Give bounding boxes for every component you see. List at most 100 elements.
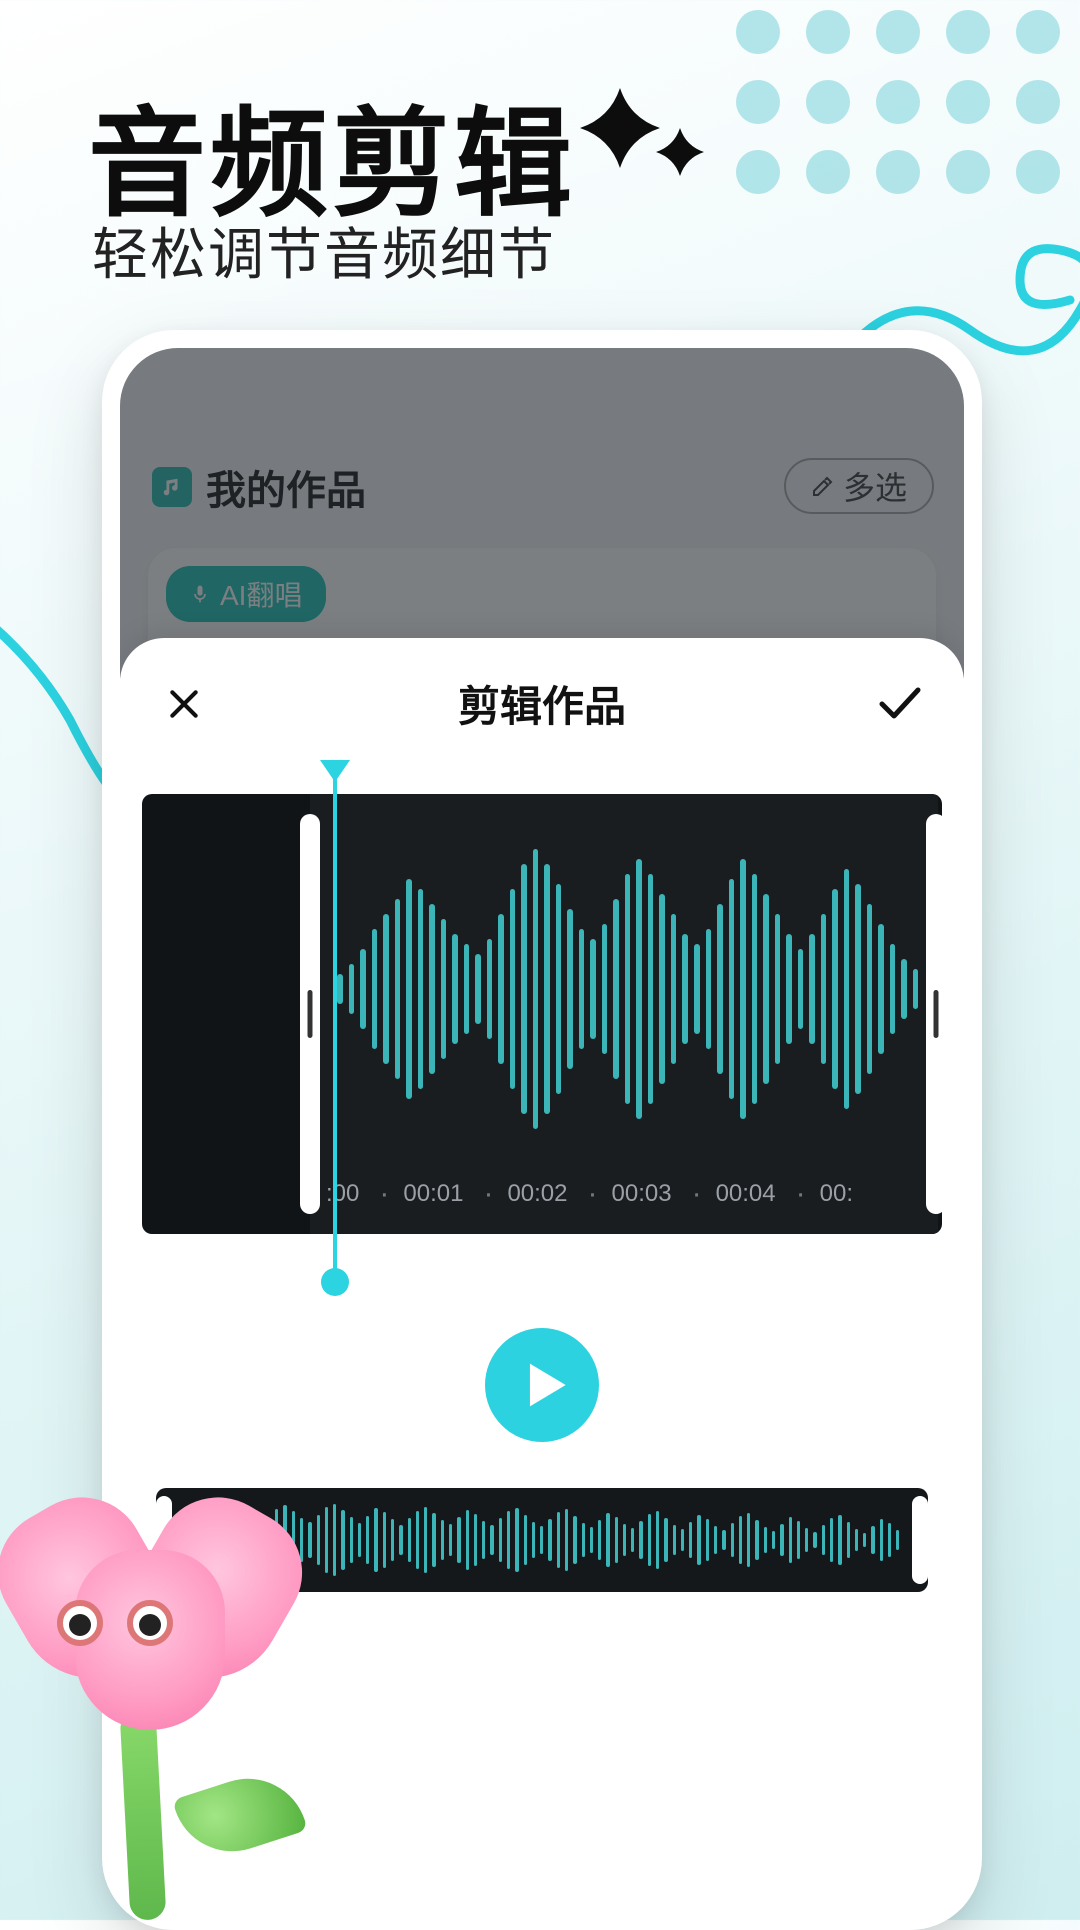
mini-waveform-bar	[424, 1507, 427, 1573]
waveform-bar	[901, 959, 907, 1019]
mini-waveform-bar	[275, 1509, 278, 1571]
mini-waveform-bar	[416, 1511, 419, 1569]
mini-waveform-bar	[731, 1523, 734, 1557]
waveform-bar	[418, 889, 424, 1089]
mini-waveform-bar	[490, 1525, 493, 1555]
mini-waveform-bar	[499, 1518, 502, 1562]
mini-waveform-bar	[722, 1530, 725, 1550]
mini-waveform-bar	[474, 1514, 477, 1566]
mini-waveform-bar	[441, 1520, 444, 1560]
mini-waveform-bar	[333, 1504, 336, 1576]
mini-waveform-bar	[358, 1523, 361, 1557]
mini-waveform-bar	[888, 1523, 891, 1557]
mini-waveform-bar	[755, 1520, 758, 1560]
play-icon	[524, 1360, 568, 1410]
mini-waveform-bar	[739, 1516, 742, 1564]
waveform-bar	[590, 939, 596, 1039]
waveform-bar	[372, 929, 378, 1049]
mini-waveform-bar	[300, 1518, 303, 1562]
waveform-bar	[878, 924, 884, 1054]
waveform-bar	[383, 914, 389, 1064]
sheet-title: 剪辑作品	[458, 673, 626, 734]
trim-handle-right[interactable]	[926, 814, 942, 1214]
mini-waveform-bar	[217, 1526, 220, 1554]
mini-waveform-bar	[896, 1530, 899, 1550]
mini-waveform-bar	[283, 1505, 286, 1575]
close-button[interactable]	[156, 676, 212, 732]
mini-waveform-bar	[830, 1518, 833, 1562]
waveform-bar	[682, 934, 688, 1044]
mini-waveform-bar	[598, 1520, 601, 1560]
mini-waveform-bar	[308, 1522, 311, 1558]
mini-waveform-bar	[764, 1527, 767, 1553]
mini-waveform-bar	[507, 1511, 510, 1569]
mini-waveform-bar	[457, 1517, 460, 1563]
mini-waveform-bar	[515, 1508, 518, 1572]
mini-waveform-bar	[267, 1518, 270, 1563]
mini-waveform-bar	[689, 1522, 692, 1558]
close-icon	[164, 684, 204, 724]
mini-waveform[interactable]	[156, 1488, 928, 1592]
trim-handle-left[interactable]	[300, 814, 320, 1214]
mini-waveform-bar	[606, 1513, 609, 1567]
waveform-bar	[763, 894, 769, 1084]
waveform-bar	[740, 859, 746, 1119]
mini-waveform-bar	[201, 1515, 204, 1565]
timeline-tick: 00:02	[483, 1177, 567, 1211]
waveform-bar	[544, 864, 550, 1114]
waveform-bar	[533, 849, 539, 1129]
mini-waveform-bar	[350, 1517, 353, 1563]
mini-waveform-bar	[880, 1519, 883, 1561]
mini-waveform-bar	[582, 1523, 585, 1557]
waveform-bar	[579, 929, 585, 1049]
waveform-bar	[636, 859, 642, 1119]
playhead-indicator[interactable]	[333, 778, 337, 1276]
waveform-bar	[786, 934, 792, 1044]
waveform-bar	[349, 964, 355, 1014]
mini-waveform-bar	[250, 1521, 253, 1559]
mini-waveform-bar	[383, 1512, 386, 1568]
mini-handle-right[interactable]	[912, 1496, 928, 1584]
mini-waveform-bar	[639, 1521, 642, 1559]
waveform-bar	[487, 939, 493, 1039]
mini-waveform-bar	[772, 1531, 775, 1549]
mini-waveform-bar	[664, 1518, 667, 1562]
mini-waveform-bar	[259, 1525, 262, 1555]
mini-waveform-bar	[317, 1515, 320, 1565]
waveform-bar	[844, 869, 850, 1109]
waveform-bar	[648, 874, 654, 1104]
confirm-button[interactable]	[872, 676, 928, 732]
waveform-bar	[556, 884, 562, 1094]
bg-dots-decor	[700, 0, 1080, 380]
mini-waveform-bar	[697, 1515, 700, 1565]
waveform-bar	[498, 914, 504, 1064]
mini-waveform-bar	[706, 1519, 709, 1561]
mini-waveform-bar	[714, 1526, 717, 1554]
waveform-panel[interactable]: :0000:0100:0200:0300:0400:	[142, 794, 942, 1234]
waveform-bar	[510, 889, 516, 1089]
waveform-bar	[567, 909, 573, 1069]
waveform-bar	[521, 864, 527, 1114]
mini-waveform-bar	[797, 1521, 800, 1559]
waveform-bar	[809, 934, 815, 1044]
waveform-bar	[821, 914, 827, 1064]
waveform-bar	[706, 929, 712, 1049]
waveform-bar	[602, 924, 608, 1054]
mini-waveform-bar	[374, 1508, 377, 1572]
mini-waveform-bar	[871, 1526, 874, 1554]
play-button[interactable]	[485, 1328, 599, 1442]
subheadline-text: 轻松调节音频细节	[92, 210, 556, 291]
waveform-bar	[752, 874, 758, 1104]
waveform-bar	[659, 894, 665, 1084]
waveform-bar	[775, 914, 781, 1064]
timeline-tick: 00:03	[588, 1177, 672, 1211]
mini-waveform-bar	[184, 1530, 187, 1550]
mini-handle-left[interactable]	[156, 1496, 172, 1584]
mini-waveform-bar	[648, 1514, 651, 1566]
mini-waveform-bar	[466, 1510, 469, 1570]
mini-waveform-bar	[822, 1525, 825, 1555]
timeline-ruler: :0000:0100:0200:0300:0400:	[312, 1174, 942, 1214]
check-icon	[876, 684, 924, 724]
sheet-header: 剪辑作品	[120, 638, 964, 768]
mini-waveform-bar	[673, 1525, 676, 1555]
